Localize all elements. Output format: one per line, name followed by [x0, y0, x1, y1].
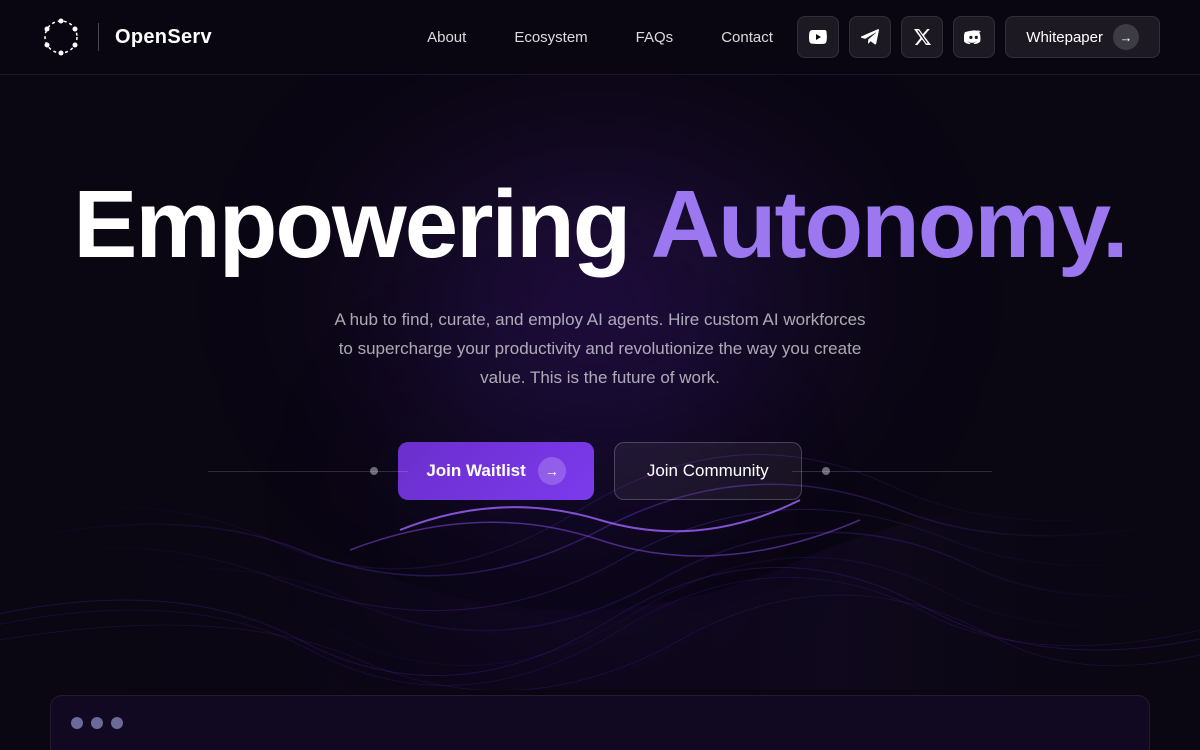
cta-dot-right	[822, 467, 830, 475]
browser-dot-1	[71, 717, 83, 729]
twitter-button[interactable]	[901, 16, 943, 58]
nav-link-faqs[interactable]: FAQs	[636, 29, 674, 46]
hero-title: Empowering Autonomy.	[73, 175, 1126, 276]
waitlist-arrow-icon: →	[538, 457, 566, 485]
hero-title-part1: Empowering	[73, 171, 650, 278]
whitepaper-button[interactable]: Whitepaper →	[1005, 16, 1160, 58]
nav-divider	[98, 23, 99, 51]
nav-links: About Ecosystem FAQs Contact	[427, 29, 773, 46]
browser-dot-3	[111, 717, 123, 729]
cta-row: Join Waitlist → Join Community	[398, 442, 801, 500]
join-community-button[interactable]: Join Community	[614, 442, 802, 500]
discord-button[interactable]	[953, 16, 995, 58]
youtube-button[interactable]	[797, 16, 839, 58]
telegram-button[interactable]	[849, 16, 891, 58]
join-waitlist-button[interactable]: Join Waitlist →	[398, 442, 594, 500]
nav-brand: OpenServ	[40, 16, 212, 58]
hero-subtitle: A hub to find, curate, and employ AI age…	[330, 306, 870, 393]
nav-link-ecosystem[interactable]: Ecosystem	[514, 29, 587, 46]
nav-link-contact[interactable]: Contact	[721, 29, 773, 46]
browser-dot-2	[91, 717, 103, 729]
logo-icon	[40, 16, 82, 58]
nav-link-about[interactable]: About	[427, 29, 466, 46]
whitepaper-arrow-icon: →	[1113, 24, 1139, 50]
brand-name: OpenServ	[115, 26, 212, 49]
hero-section: Empowering Autonomy. A hub to find, cura…	[0, 75, 1200, 500]
nav-right: Whitepaper →	[797, 16, 1160, 58]
browser-bar	[50, 695, 1150, 750]
hero-title-part2: Autonomy.	[651, 171, 1127, 278]
navbar: OpenServ About Ecosystem FAQs Contact	[0, 0, 1200, 75]
cta-dot-left	[370, 467, 378, 475]
